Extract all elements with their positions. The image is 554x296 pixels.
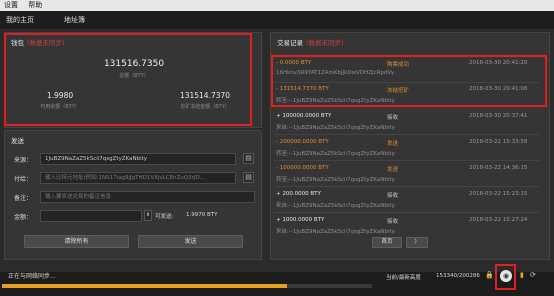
- send-note-label: 备注：: [14, 195, 33, 202]
- divider: [274, 82, 539, 83]
- sync-status-text: 正在与网络同步...: [8, 273, 56, 280]
- tx-type: 冻结挖矿: [387, 88, 410, 94]
- tx-time: 2018-03-30 20:41:20: [469, 60, 528, 66]
- tx-time: 2018-03-22 15:27:24: [469, 217, 528, 223]
- tx-amount: - 200000.0000 BTY: [276, 139, 329, 145]
- tx-address: 转至:--1JuBZ9NaZaZ5kScii7qsgZtyZKaNbity: [276, 98, 395, 104]
- send-to-input[interactable]: 输入比特元地址(例如:1NS17iag9jJgTHD1VXjvLCEnZuQ3r…: [40, 172, 236, 184]
- refresh-icon[interactable]: ⟳: [530, 271, 536, 279]
- wallet-total-amount: 131516.7350: [103, 59, 165, 69]
- tx-address: 来自:--1JuBZ9NaZaZ5kScii7qsgZtyZKaNbity: [276, 125, 395, 131]
- transaction-row[interactable]: - 131514.7370 BTY 冻结挖矿 2018-03-30 20:41:…: [274, 84, 539, 106]
- tx-address: 来自:--1JuBZ9NaZaZ5kScii7qsgZtyZKaNbity: [276, 229, 395, 235]
- wallet-available-amount: 1.9980: [46, 91, 74, 100]
- tx-time: 2018-03-30 20:41:06: [469, 86, 528, 92]
- to-book-button[interactable]: ▤: [243, 172, 254, 183]
- send-amount-label: 金额：: [14, 214, 33, 221]
- wallet-frozen-amount: 131514.7370: [179, 91, 231, 100]
- signal-icon[interactable]: ▮: [520, 271, 524, 279]
- tx-time: 2018-03-22 14:36:15: [469, 165, 528, 171]
- nav-bar: 我的主页 地址簿: [0, 11, 554, 29]
- divider: [274, 186, 539, 187]
- tx-amount: + 1000.0000 BTY: [276, 217, 325, 223]
- divider: [274, 160, 539, 161]
- amount-stepper[interactable]: ⬍: [144, 210, 152, 221]
- menu-bar: 设置 帮助: [0, 0, 554, 11]
- height-label: 当前/最新高度: [386, 275, 421, 281]
- send-from-field[interactable]: 1JuBZ9NaZaZ5kScii7qsgZtyZKaNbity: [40, 153, 236, 165]
- tx-amount: + 100000.0000 BTY: [276, 113, 332, 119]
- send-button[interactable]: 发送: [138, 235, 243, 248]
- menu-help[interactable]: 帮助: [24, 0, 46, 11]
- lock-icon[interactable]: 🔒: [485, 271, 494, 279]
- tx-time: 2018-03-22 15:33:58: [469, 139, 528, 145]
- menu-settings[interactable]: 设置: [0, 0, 22, 11]
- send-title: 发送: [11, 137, 24, 145]
- tx-address: 16Hknv3R9YAT1ZAmKbJjkDwVDHZJcRpdVy: [276, 70, 395, 76]
- tx-type: 发送: [387, 167, 399, 173]
- transaction-row[interactable]: + 100000.0000 BTY 接收 2018-03-30 20:37:41…: [274, 111, 539, 133]
- send-amount-input[interactable]: [40, 210, 142, 222]
- send-note-input[interactable]: 输入要发送交易的备注信息: [40, 191, 255, 203]
- tx-type: 接收: [387, 193, 399, 199]
- transaction-row[interactable]: + 200.0000 BTY 接收 2018-03-22 15:23:15 来自…: [274, 189, 539, 211]
- wallet-sync-note: (数据未同步): [27, 39, 65, 47]
- nav-addressbook[interactable]: 地址簿: [64, 11, 85, 29]
- mining-status-icon[interactable]: ◉: [500, 270, 512, 282]
- tx-address: 转至:--1JuBZ9NaZaZ5kScii7qsgZtyZKaNbity: [276, 177, 395, 183]
- first-page-button[interactable]: 首页: [372, 237, 402, 248]
- height-value: 153340/200286: [436, 273, 480, 279]
- tx-time: 2018-03-22 15:23:15: [469, 191, 528, 197]
- clear-all-button[interactable]: 清除所有: [24, 235, 129, 248]
- wallet-total-label: 总额（BTY）: [119, 73, 149, 79]
- from-book-button[interactable]: ▤: [243, 153, 254, 164]
- divider: [274, 134, 539, 135]
- tx-address: 来自:--1JuBZ9NaZaZ5kScii7qsgZtyZKaNbity: [276, 203, 395, 209]
- next-page-button[interactable]: 〉: [406, 237, 428, 248]
- wallet-frozen-label: 挖矿冻结金额（BTY）: [180, 104, 230, 110]
- tx-type: 发送: [387, 141, 399, 147]
- wallet-available-label: 可用余额（BTY）: [40, 104, 80, 110]
- wallet-title: 钱包 (数据未同步): [11, 39, 65, 47]
- send-from-label: 来源：: [14, 157, 33, 164]
- sync-progress-fill: [2, 284, 287, 288]
- stepper-icon: ⬍: [145, 212, 151, 218]
- send-available-value: 1.9970 BTY: [186, 212, 218, 218]
- address-book-icon: ▤: [245, 173, 252, 181]
- divider: [274, 212, 539, 213]
- transaction-row[interactable]: - 100000.0000 BTY 发送 2018-03-22 14:36:15…: [274, 163, 539, 185]
- send-available-label: 可发送:: [155, 214, 174, 220]
- tx-amount: - 131514.7370 BTY: [276, 86, 329, 92]
- transaction-row[interactable]: + 1000.0000 BTY 接收 2018-03-22 15:27:24 来…: [274, 215, 539, 237]
- transactions-title: 交易记录 (数据未同步): [277, 39, 344, 47]
- send-to-label: 付给：: [14, 176, 33, 183]
- transaction-row[interactable]: - 200000.0000 BTY 发送 2018-03-22 15:33:58…: [274, 137, 539, 159]
- tx-amount: - 100000.0000 BTY: [276, 165, 329, 171]
- tx-type: 购票成功: [387, 62, 410, 68]
- tx-amount: + 200.0000 BTY: [276, 191, 321, 197]
- tx-type: 接收: [387, 219, 399, 225]
- nav-home[interactable]: 我的主页: [6, 11, 34, 29]
- tx-address: 转至:--1JuBZ9NaZaZ5kScii7qsgZtyZKaNbity: [276, 151, 395, 157]
- sync-progress-bar: [2, 284, 372, 288]
- tx-time: 2018-03-30 20:37:41: [469, 113, 528, 119]
- wallet-panel: 钱包 (数据未同步) 131516.7350 总额（BTY） 1.9980 可用余…: [4, 32, 262, 128]
- transaction-row[interactable]: - 0.0000 BTY 购票成功 2018-03-30 20:41:20 16…: [274, 58, 539, 80]
- address-book-icon: ▤: [245, 154, 252, 162]
- transactions-sync-note: (数据未同步): [306, 39, 344, 47]
- tx-type: 接收: [387, 115, 399, 121]
- chevron-right-icon: 〉: [414, 239, 420, 245]
- tx-amount: - 0.0000 BTY: [276, 60, 312, 66]
